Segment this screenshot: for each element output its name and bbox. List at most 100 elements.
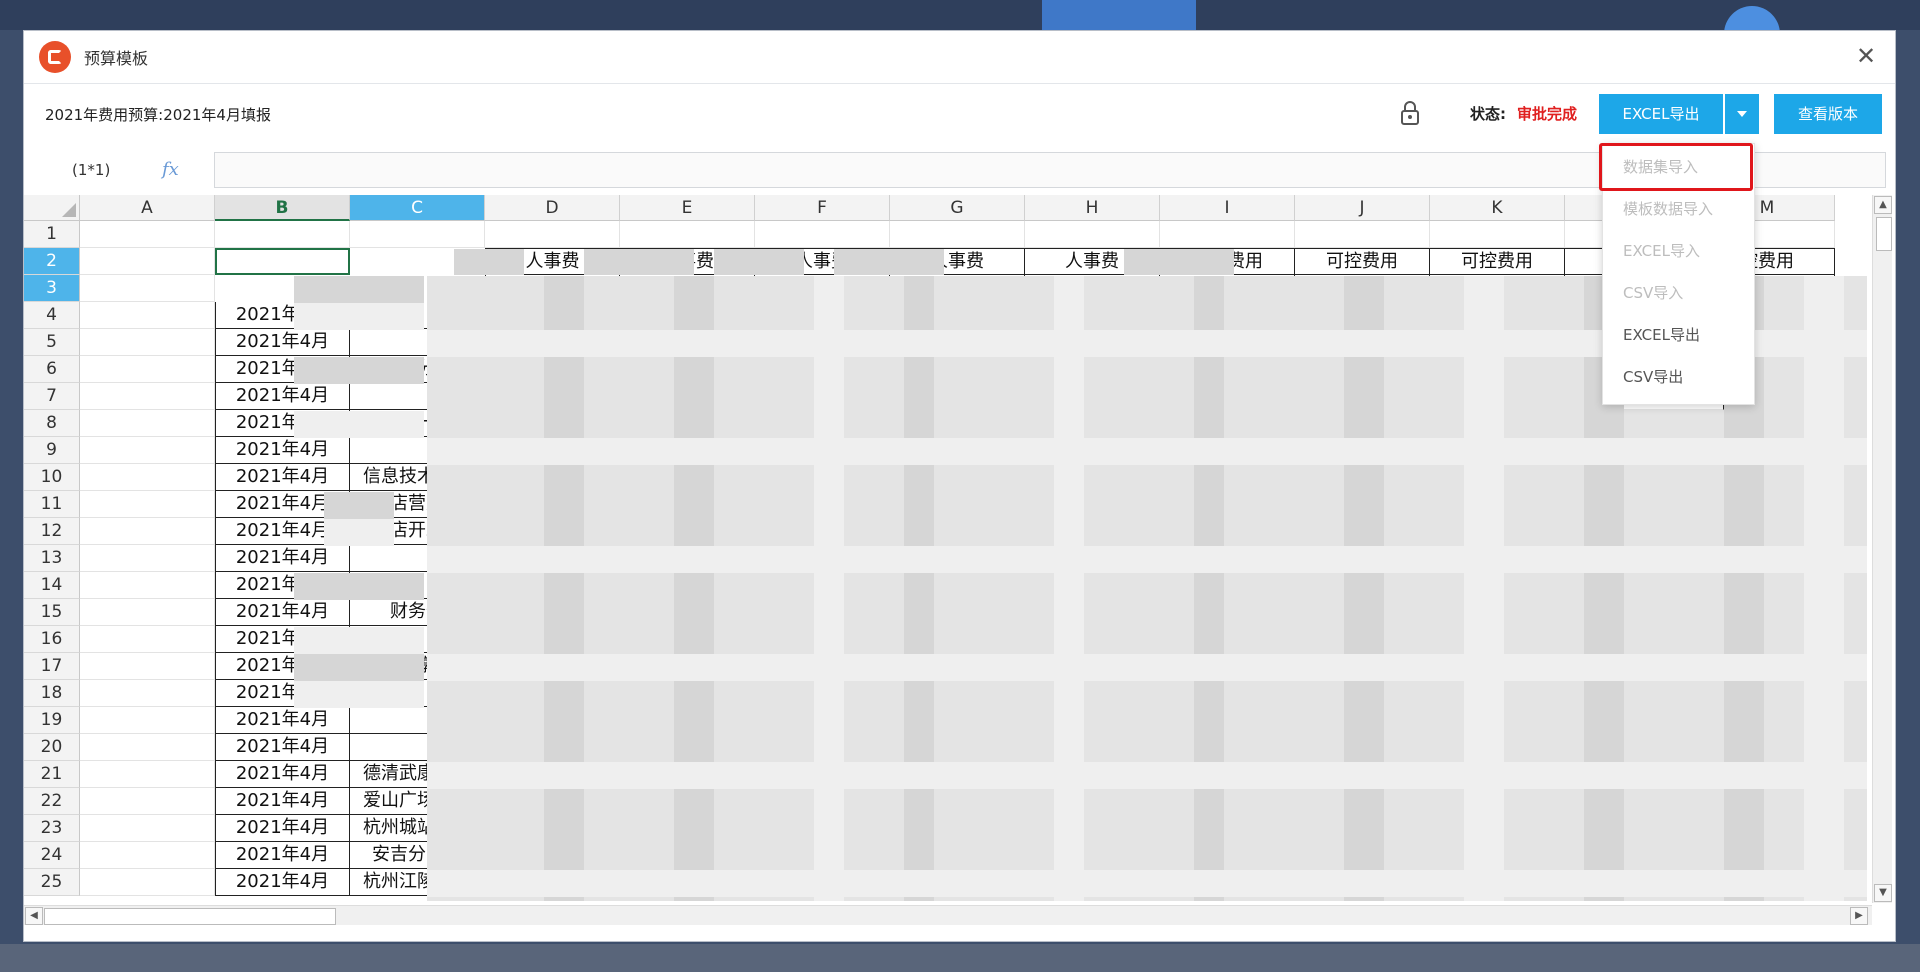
date-cell[interactable]: 2021年4月: [215, 545, 350, 572]
row-header-18[interactable]: 18: [24, 680, 80, 707]
select-all-corner[interactable]: [24, 195, 80, 221]
cell-a11[interactable]: [80, 491, 215, 518]
row-header-23[interactable]: 23: [24, 815, 80, 842]
cell-a15[interactable]: [80, 599, 215, 626]
column-header-e[interactable]: E: [620, 195, 755, 221]
scroll-right-icon[interactable]: ▶: [1850, 907, 1868, 925]
vertical-scroll-thumb[interactable]: [1876, 217, 1892, 251]
cell-f1[interactable]: [755, 221, 890, 248]
cell-g1[interactable]: [890, 221, 1025, 248]
cell-a23[interactable]: [80, 815, 215, 842]
date-cell[interactable]: 2021年4月: [215, 464, 350, 491]
cell-d1[interactable]: [485, 221, 620, 248]
row-header-10[interactable]: 10: [24, 464, 80, 491]
cell-a1[interactable]: [80, 221, 215, 248]
cell-a4[interactable]: [80, 302, 215, 329]
date-cell[interactable]: 2021年4月: [215, 329, 350, 356]
menu-item-5[interactable]: CSV导出: [1603, 359, 1754, 395]
date-cell[interactable]: 2021年4月: [215, 788, 350, 815]
scroll-up-icon[interactable]: ▲: [1874, 196, 1892, 214]
column-header-c[interactable]: C: [350, 195, 485, 221]
row-header-8[interactable]: 8: [24, 410, 80, 437]
row-header-11[interactable]: 11: [24, 491, 80, 518]
cell-a12[interactable]: [80, 518, 215, 545]
cell-a22[interactable]: [80, 788, 215, 815]
cell-e1[interactable]: [620, 221, 755, 248]
cell-a14[interactable]: [80, 572, 215, 599]
cell-k1[interactable]: [1430, 221, 1565, 248]
row-header-25[interactable]: 25: [24, 869, 80, 896]
cell-a8[interactable]: [80, 410, 215, 437]
column-header-f[interactable]: F: [755, 195, 890, 221]
cell-j1[interactable]: [1295, 221, 1430, 248]
row-header-12[interactable]: 12: [24, 518, 80, 545]
scroll-down-icon[interactable]: ▼: [1874, 884, 1892, 902]
row-header-19[interactable]: 19: [24, 707, 80, 734]
column-header-h[interactable]: H: [1025, 195, 1160, 221]
row-header-22[interactable]: 22: [24, 788, 80, 815]
cell-a10[interactable]: [80, 464, 215, 491]
column-header-g[interactable]: G: [890, 195, 1025, 221]
cell-a17[interactable]: [80, 653, 215, 680]
horizontal-scroll-thumb[interactable]: [44, 908, 336, 925]
date-cell[interactable]: 2021年4月: [215, 761, 350, 788]
column-header-a[interactable]: A: [80, 195, 215, 221]
column-header-i[interactable]: I: [1160, 195, 1295, 221]
cell-c1[interactable]: [350, 221, 485, 248]
row-header-7[interactable]: 7: [24, 383, 80, 410]
header-cell-row2[interactable]: 可控费用: [1430, 248, 1565, 275]
cell-a6[interactable]: [80, 356, 215, 383]
row-header-5[interactable]: 5: [24, 329, 80, 356]
lock-icon[interactable]: [1399, 100, 1421, 126]
export-dropdown-toggle[interactable]: [1725, 94, 1759, 134]
row-header-9[interactable]: 9: [24, 437, 80, 464]
row-header-16[interactable]: 16: [24, 626, 80, 653]
date-cell[interactable]: 2021年4月: [215, 734, 350, 761]
cell-a25[interactable]: [80, 869, 215, 896]
date-cell[interactable]: 2021年4月: [215, 707, 350, 734]
spreadsheet-grid[interactable]: ABCDEFGHIJKLM123456789101112131415161718…: [24, 195, 1872, 903]
cell-a16[interactable]: [80, 626, 215, 653]
date-cell[interactable]: 2021年4月: [215, 383, 350, 410]
cell-a9[interactable]: [80, 437, 215, 464]
cell-a13[interactable]: [80, 545, 215, 572]
row-header-13[interactable]: 13: [24, 545, 80, 572]
cell-a2[interactable]: [80, 248, 215, 275]
horizontal-scrollbar[interactable]: ◀ ▶: [24, 905, 1872, 925]
column-header-j[interactable]: J: [1295, 195, 1430, 221]
header-cell-row2[interactable]: 可控费用: [1295, 248, 1430, 275]
cell-a20[interactable]: [80, 734, 215, 761]
cell-a19[interactable]: [80, 707, 215, 734]
column-header-d[interactable]: D: [485, 195, 620, 221]
row-header-21[interactable]: 21: [24, 761, 80, 788]
row-header-2[interactable]: 2: [24, 248, 80, 275]
row-header-1[interactable]: 1: [24, 221, 80, 248]
cell-a3[interactable]: [80, 275, 215, 302]
vertical-scrollbar[interactable]: ▲ ▼: [1872, 195, 1892, 903]
menu-item-1[interactable]: 模板数据导入: [1603, 191, 1754, 227]
cell-b1[interactable]: [215, 221, 350, 248]
row-header-4[interactable]: 4: [24, 302, 80, 329]
cell-a7[interactable]: [80, 383, 215, 410]
menu-item-3[interactable]: CSV导入: [1603, 275, 1754, 311]
row-header-14[interactable]: 14: [24, 572, 80, 599]
row-header-6[interactable]: 6: [24, 356, 80, 383]
menu-item-4[interactable]: EXCEL导出: [1603, 317, 1754, 353]
date-cell[interactable]: 2021年4月: [215, 869, 350, 896]
cell-a21[interactable]: [80, 761, 215, 788]
cell-a18[interactable]: [80, 680, 215, 707]
excel-export-button[interactable]: EXCEL导出: [1599, 94, 1723, 134]
menu-item-2[interactable]: EXCEL导入: [1603, 233, 1754, 269]
cell-h1[interactable]: [1025, 221, 1160, 248]
scroll-left-icon[interactable]: ◀: [25, 907, 43, 925]
column-header-b[interactable]: B: [215, 195, 350, 221]
row-header-15[interactable]: 15: [24, 599, 80, 626]
row-header-17[interactable]: 17: [24, 653, 80, 680]
row-header-24[interactable]: 24: [24, 842, 80, 869]
row-header-3[interactable]: 3: [24, 275, 80, 302]
row-header-20[interactable]: 20: [24, 734, 80, 761]
date-cell[interactable]: 2021年4月: [215, 437, 350, 464]
date-cell[interactable]: 2021年4月: [215, 815, 350, 842]
selected-cell-b2[interactable]: [215, 248, 350, 275]
cell-a5[interactable]: [80, 329, 215, 356]
